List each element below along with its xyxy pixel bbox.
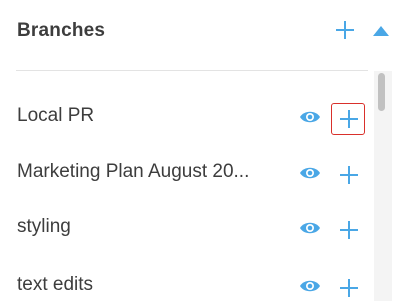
triangle-up-icon [373,26,389,36]
eye-icon [300,111,320,123]
branch-list: Local PR Marketing Plan August 20... sty… [0,71,374,301]
collapse-button[interactable] [372,24,390,38]
branches-panel: Branches Local PR Marketing Plan August … [0,0,418,301]
add-to-branch-button[interactable] [331,272,365,301]
branch-label: text edits [17,274,94,295]
scrollbar-thumb[interactable] [378,73,385,111]
view-branch-button[interactable] [298,163,322,183]
add-to-branch-button[interactable] [331,214,365,246]
add-branch-button[interactable] [333,18,357,42]
eye-icon [300,222,320,234]
plus-icon [340,279,358,297]
view-branch-button[interactable] [298,218,322,238]
branch-row[interactable]: styling [0,201,374,257]
plus-icon [336,21,354,39]
view-branch-button[interactable] [298,107,322,127]
plus-icon [340,110,358,128]
branch-row[interactable]: text edits [0,259,374,301]
add-to-branch-button[interactable] [331,103,365,135]
branches-header: Branches [0,0,418,62]
branch-label: Marketing Plan August 20... [17,161,250,182]
eye-icon [300,280,320,292]
plus-icon [340,166,358,184]
panel-title: Branches [17,20,106,41]
view-branch-button[interactable] [298,276,322,296]
scrollbar[interactable] [374,71,392,301]
branch-label: styling [17,216,71,237]
add-to-branch-button[interactable] [331,159,365,191]
branch-label: Local PR [17,105,95,126]
branch-row[interactable]: Marketing Plan August 20... [0,146,374,202]
plus-icon [340,221,358,239]
branch-row[interactable]: Local PR [0,90,374,146]
eye-icon [300,167,320,179]
